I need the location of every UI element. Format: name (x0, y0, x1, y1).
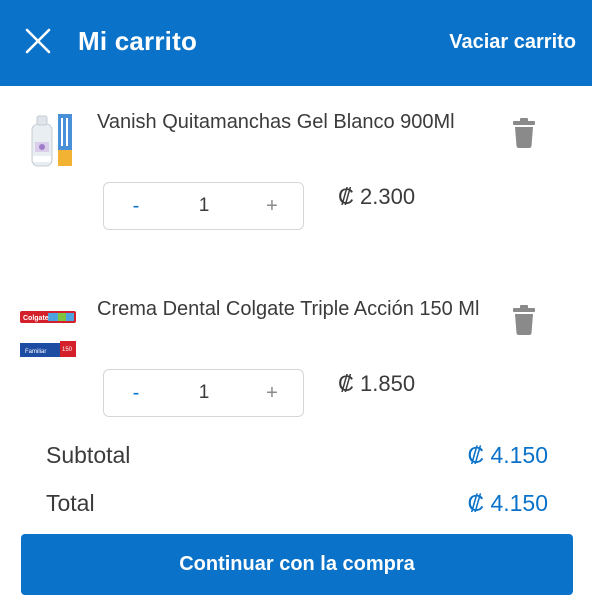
delete-item-button[interactable] (512, 118, 536, 148)
total-row: Total ₡ 4.150 (46, 490, 550, 520)
product-name: Vanish Quitamanchas Gel Blanco 900Ml (97, 111, 455, 133)
subtotal-label: Subtotal (46, 442, 131, 468)
quantity-stepper: - 1 + (103, 369, 304, 417)
cart-item: Colgate Familiar 150 Crema Dental Colgat… (0, 283, 592, 443)
svg-text:Colgate: Colgate (23, 315, 49, 322)
delete-item-button[interactable] (512, 305, 536, 335)
subtotal-value: ₡ 4.150 (467, 442, 548, 468)
cart-header: Mi carrito Vaciar carrito (0, 0, 592, 86)
page-title: Mi carrito (78, 26, 198, 56)
decrease-quantity-button[interactable]: - (121, 193, 151, 219)
svg-text:150: 150 (62, 347, 73, 353)
empty-cart-button[interactable]: Vaciar carrito (449, 31, 576, 54)
product-image (18, 110, 80, 172)
trash-icon (513, 305, 535, 335)
product-price: ₡ 2.300 (338, 184, 416, 209)
quantity-stepper: - 1 + (103, 182, 304, 230)
product-name: Crema Dental Colgate Triple Acción 150 M… (97, 298, 480, 320)
increase-quantity-button[interactable]: + (257, 193, 287, 219)
decrease-quantity-button[interactable]: - (121, 380, 151, 406)
quantity-value[interactable]: 1 (174, 195, 234, 217)
subtotal-row: Subtotal ₡ 4.150 (46, 442, 550, 472)
close-icon (25, 28, 51, 54)
continue-purchase-button[interactable]: Continuar con la compra (21, 534, 573, 595)
increase-quantity-button[interactable]: + (257, 380, 287, 406)
cart-item: Vanish Quitamanchas Gel Blanco 900Ml - 1… (0, 96, 592, 256)
quantity-value[interactable]: 1 (174, 382, 234, 404)
product-price: ₡ 1.850 (338, 371, 416, 396)
product-image: Colgate Familiar 150 (18, 303, 80, 365)
close-button[interactable] (22, 25, 54, 57)
total-label: Total (46, 490, 95, 516)
svg-text:Familiar: Familiar (25, 349, 46, 355)
total-value: ₡ 4.150 (467, 490, 548, 516)
trash-icon (513, 118, 535, 148)
